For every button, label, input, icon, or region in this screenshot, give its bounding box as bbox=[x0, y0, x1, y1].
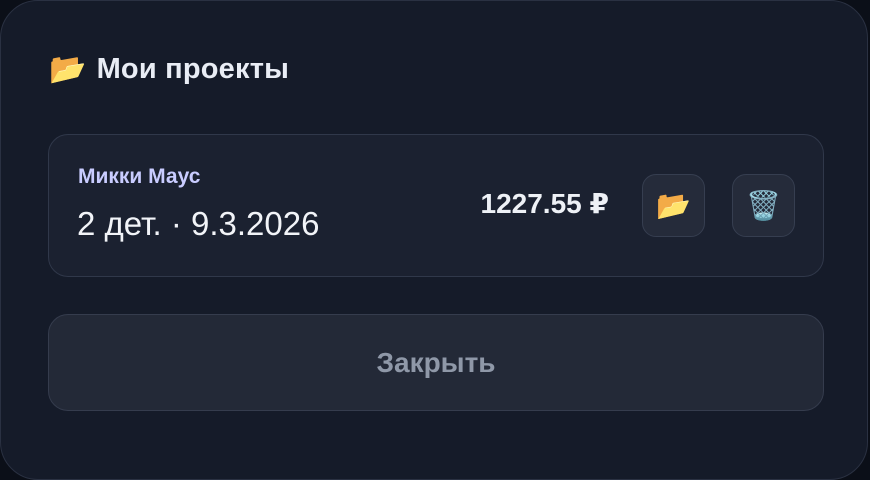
project-details: 2 дет. · 9.3.2026 bbox=[77, 205, 320, 242]
projects-modal: 📂 Мои проекты Микки Маус 2 дет. · 9.3.20… bbox=[0, 0, 868, 480]
modal-title-text: Мои проекты bbox=[96, 53, 290, 85]
close-button[interactable]: Закрыть bbox=[48, 314, 824, 411]
modal-title: 📂 Мои проекты bbox=[49, 53, 289, 86]
open-folder-icon: 📂 bbox=[656, 188, 691, 222]
trash-can-icon: 🗑️ bbox=[746, 188, 781, 222]
project-card: Микки Маус 2 дет. · 9.3.2026 1227.55 ₽ 📂… bbox=[48, 134, 824, 277]
project-price: 1227.55 ₽ bbox=[480, 188, 609, 219]
open-project-button[interactable]: 📂 bbox=[642, 174, 705, 237]
open-folder-icon: 📂 bbox=[49, 51, 87, 87]
delete-project-button[interactable]: 🗑️ bbox=[732, 174, 795, 237]
project-name: Микки Маус bbox=[78, 165, 201, 188]
